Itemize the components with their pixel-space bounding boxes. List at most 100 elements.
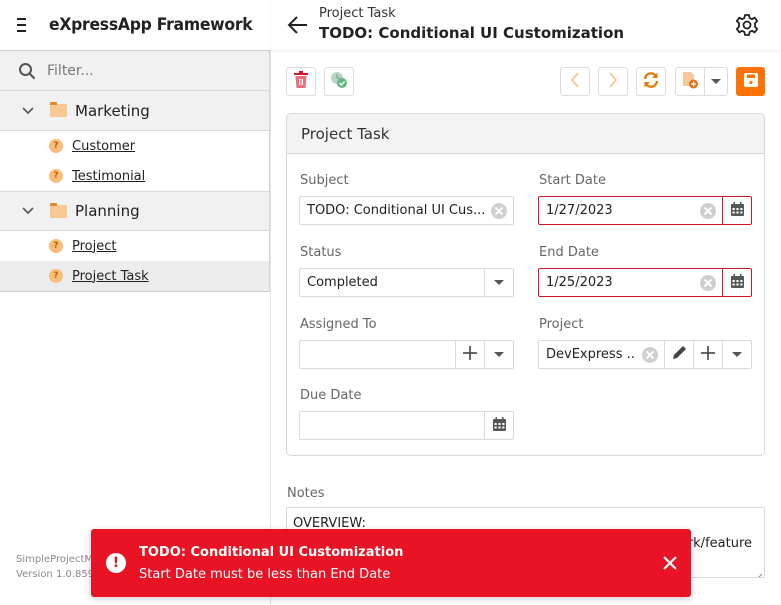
menu-icon[interactable]: [17, 18, 26, 32]
clock-check-icon: [330, 71, 348, 93]
plus-icon: [463, 345, 477, 364]
toast-message: Start Date must be less than End Date: [139, 567, 391, 582]
nav-group-planning[interactable]: Planning: [0, 191, 269, 231]
view-header: Project Task TODO: Conditional UI Custom…: [271, 0, 781, 50]
filter-input[interactable]: [47, 62, 247, 79]
version-text: Version 1.0.859: [16, 569, 95, 580]
clear-icon: [642, 346, 658, 363]
end-date-field: 1/25/2023: [538, 268, 752, 297]
new-record-dropdown[interactable]: [705, 68, 727, 95]
start-date-field: 1/27/2023: [538, 196, 752, 225]
nav-item-testimonial[interactable]: ? Testimonial: [0, 161, 269, 191]
question-icon: ?: [49, 169, 63, 183]
gear-icon[interactable]: [735, 13, 759, 37]
chevron-down-icon: [20, 203, 36, 219]
subject-label: Subject: [300, 173, 349, 188]
breadcrumb: Project Task: [319, 6, 396, 21]
card-title: Project Task: [287, 114, 764, 154]
end-date-calendar-button[interactable]: [722, 269, 751, 296]
assigned-to-dropdown-button[interactable]: [484, 341, 513, 368]
project-edit-button[interactable]: [664, 341, 693, 368]
start-date-clear-button[interactable]: [694, 197, 722, 224]
nav-group-label: Planning: [75, 202, 140, 220]
delete-button[interactable]: [286, 67, 316, 96]
save-button[interactable]: [736, 67, 765, 96]
view-title: TODO: Conditional UI Customization: [319, 24, 625, 42]
question-icon: ?: [49, 239, 63, 253]
status-select[interactable]: Completed: [300, 269, 484, 296]
resize-handle-icon[interactable]: [755, 568, 763, 577]
subject-field: TODO: Conditional UI Cus...: [299, 196, 514, 225]
folder-icon: [50, 102, 67, 117]
question-icon: ?: [49, 139, 63, 153]
due-date-input[interactable]: [300, 412, 484, 439]
due-date-field: [299, 411, 514, 440]
caret-down-icon: [494, 352, 504, 357]
status-dropdown-button[interactable]: [484, 269, 513, 296]
search-icon: [18, 62, 36, 80]
project-input[interactable]: DevExpress ...: [539, 341, 636, 368]
nav-item-label: Testimonial: [72, 168, 146, 184]
nav-group-marketing[interactable]: Marketing: [0, 91, 269, 131]
project-task-card: Project Task Subject TODO: Conditional U…: [286, 113, 765, 456]
new-record-split-button: [675, 67, 728, 96]
status-label: Status: [300, 245, 342, 260]
question-icon: ?: [49, 269, 63, 283]
app-window: eXpressApp Framework Marketing ? Custome…: [0, 0, 781, 605]
caret-down-icon: [711, 79, 721, 84]
mark-completed-button[interactable]: [324, 67, 354, 96]
nav-item-customer[interactable]: ? Customer: [0, 131, 269, 161]
caret-down-icon: [732, 352, 742, 357]
end-date-clear-button[interactable]: [694, 269, 722, 296]
nav-item-label: Customer: [72, 138, 136, 154]
previous-record-button[interactable]: [560, 67, 590, 96]
project-field: DevExpress ...: [538, 340, 752, 369]
new-record-icon: [681, 71, 699, 93]
status-field: Completed: [299, 268, 514, 297]
end-date-input[interactable]: 1/25/2023: [539, 269, 694, 296]
save-icon: [743, 72, 758, 91]
detail-view: Project Task Subject TODO: Conditional U…: [271, 50, 781, 605]
due-date-calendar-button[interactable]: [484, 412, 513, 439]
end-date-label: End Date: [539, 245, 599, 260]
start-date-input[interactable]: 1/27/2023: [539, 197, 694, 224]
plus-icon: [701, 345, 715, 364]
notes-line: rk/feature: [687, 536, 752, 551]
close-icon[interactable]: [661, 554, 679, 572]
chevron-down-icon: [20, 103, 36, 119]
clear-icon: [491, 202, 507, 219]
trash-icon: [293, 70, 309, 93]
nav-item-project[interactable]: ? Project: [0, 231, 269, 261]
project-label: Project: [539, 317, 584, 332]
project-dropdown-button[interactable]: [722, 341, 751, 368]
back-arrow-icon[interactable]: [287, 15, 309, 35]
subject-clear-button[interactable]: [485, 197, 513, 224]
nav-item-project-task[interactable]: ? Project Task: [0, 261, 269, 291]
new-record-button[interactable]: [676, 68, 705, 95]
calendar-icon: [492, 416, 506, 435]
assigned-to-input[interactable]: [300, 341, 455, 368]
project-add-button[interactable]: [693, 341, 722, 368]
start-date-calendar-button[interactable]: [722, 197, 751, 224]
start-date-label: Start Date: [539, 173, 606, 188]
caret-down-icon: [494, 280, 504, 285]
assigned-to-label: Assigned To: [300, 317, 377, 332]
filter-box: [0, 51, 269, 91]
subject-input[interactable]: TODO: Conditional UI Cus...: [300, 197, 485, 224]
assigned-to-add-button[interactable]: [455, 341, 484, 368]
refresh-button[interactable]: [636, 67, 666, 96]
chevron-right-icon: [608, 71, 618, 92]
next-record-button[interactable]: [598, 67, 628, 96]
project-clear-button[interactable]: [636, 341, 664, 368]
error-toast: ! TODO: Conditional UI Customization Sta…: [91, 529, 691, 597]
assigned-to-field: [299, 340, 514, 369]
pencil-icon: [672, 345, 687, 364]
nav-item-label: Project: [72, 238, 117, 254]
sidebar: Marketing ? Customer ? Testimonial Plann…: [0, 50, 270, 605]
nav-group-label: Marketing: [75, 101, 150, 120]
chevron-left-icon: [570, 71, 580, 92]
app-header: eXpressApp Framework: [0, 0, 270, 50]
version-info: SimpleProjectM Version 1.0.859: [16, 552, 94, 582]
calendar-icon: [730, 201, 744, 220]
clear-icon: [700, 202, 716, 219]
